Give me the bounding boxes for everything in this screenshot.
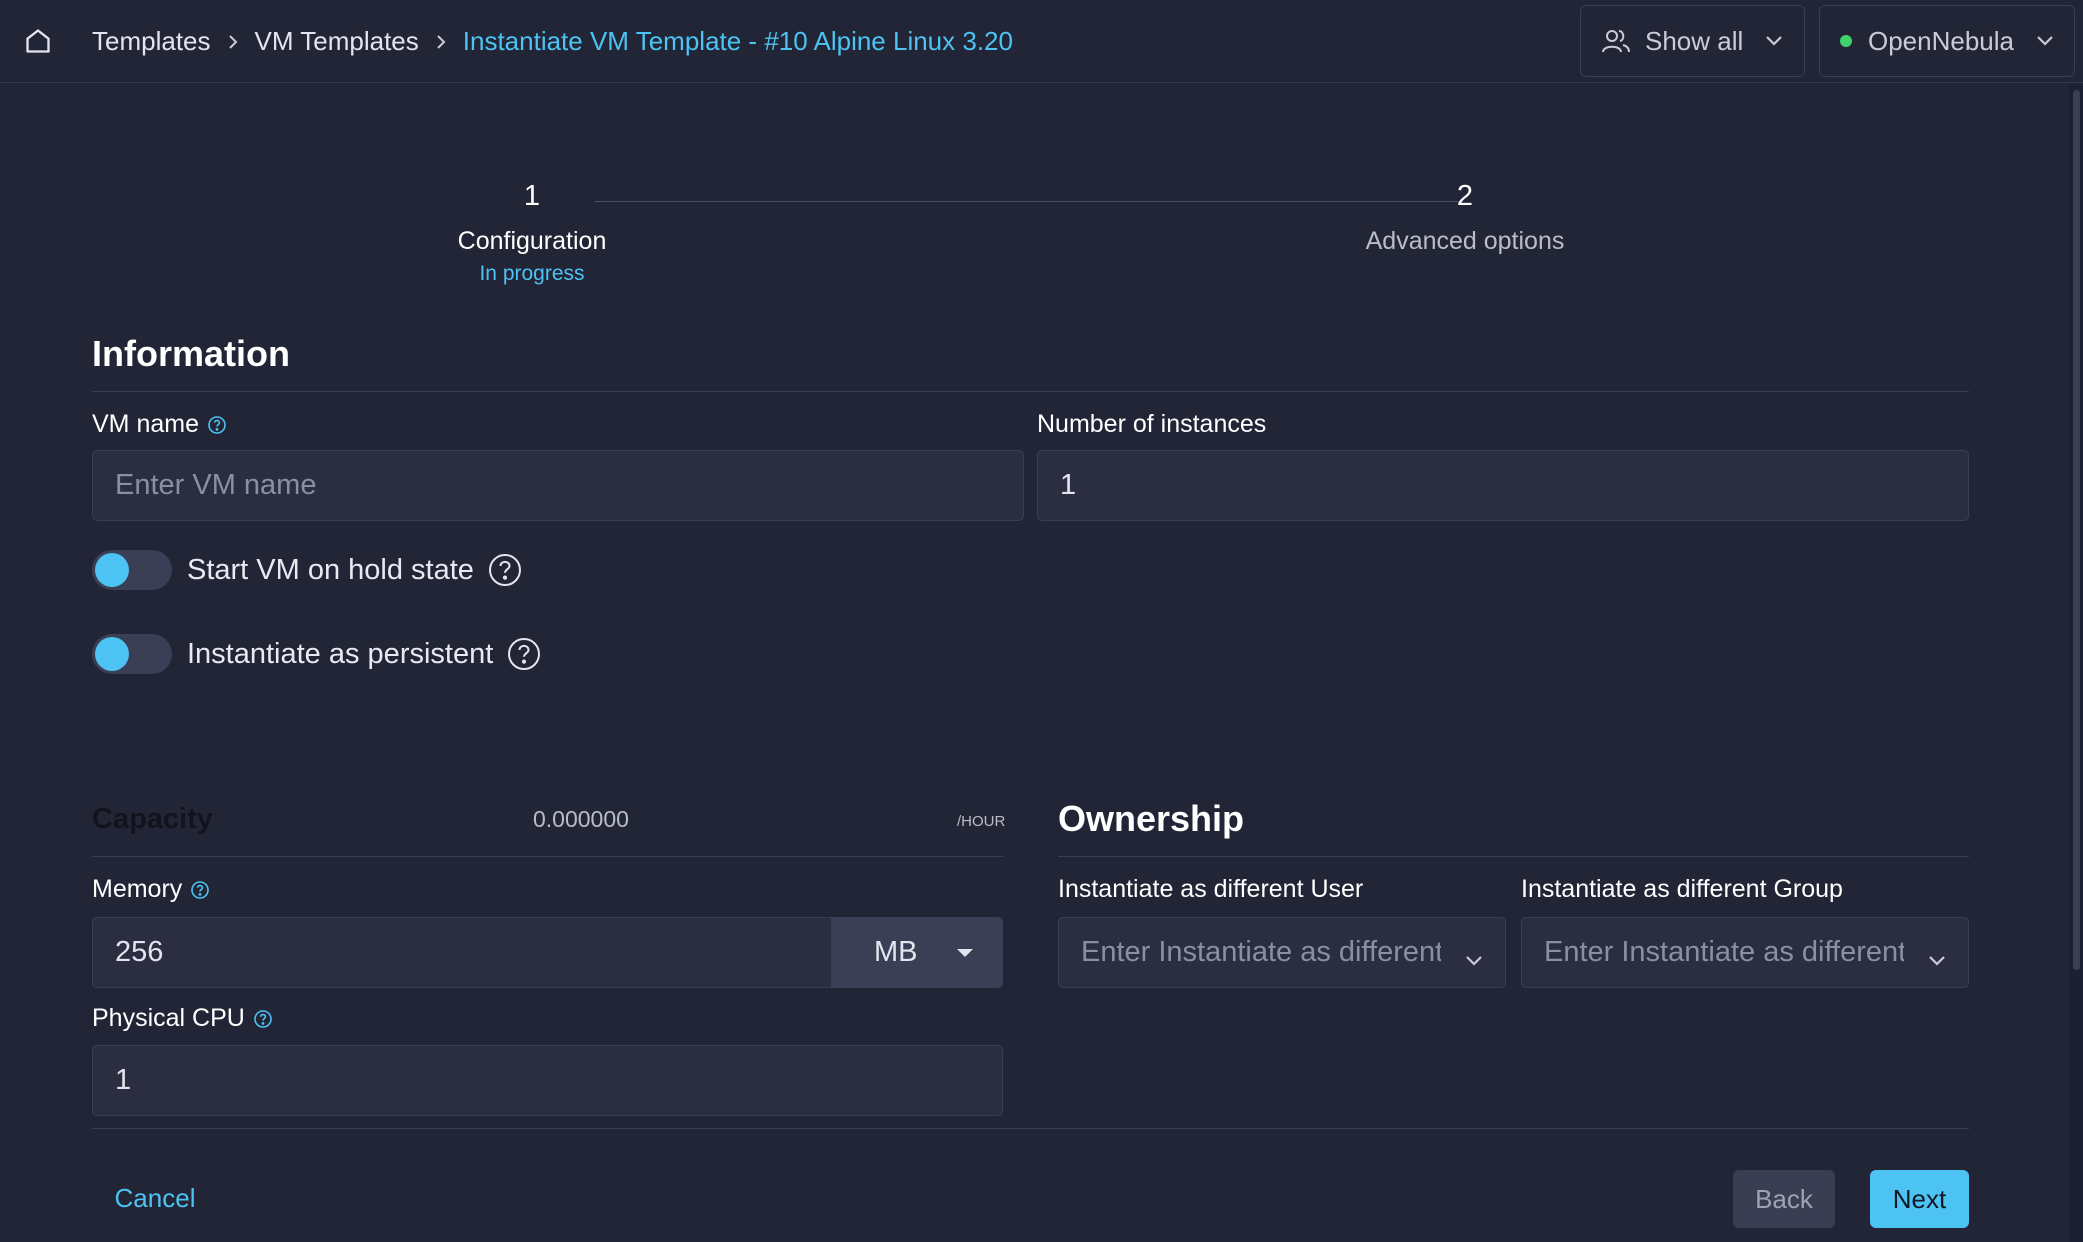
memory-label-text: Memory <box>92 875 183 903</box>
persistent-label: Instantiate as persistent <box>187 637 494 670</box>
top-bar: Templates VM Templates Instantiate VM Te… <box>0 0 2083 83</box>
memory-unit-value: MB <box>874 936 918 968</box>
capacity-cost: 0.000000 <box>533 806 629 832</box>
step-title: Configuration <box>457 227 607 255</box>
capacity-divider <box>92 856 1003 857</box>
breadcrumb-vm-templates[interactable]: VM Templates <box>255 26 419 57</box>
step-advanced-options[interactable]: 2 Advanced options <box>1342 180 1588 256</box>
chevron-right-icon <box>433 34 449 50</box>
user-select-placeholder: Enter Instantiate as different User <box>1081 936 1441 968</box>
cpu-input[interactable] <box>92 1045 1003 1116</box>
step-status: In progress <box>479 262 585 285</box>
hold-state-label: Start VM on hold state <box>187 553 474 586</box>
help-icon[interactable] <box>190 880 210 900</box>
ownership-title: Ownership <box>1058 798 1245 839</box>
scrollbar-thumb[interactable] <box>2073 90 2080 970</box>
instances-input[interactable] <box>1037 450 1969 521</box>
chevron-down-icon <box>1765 35 1783 47</box>
group-select-placeholder: Enter Instantiate as different Group <box>1544 936 1904 968</box>
group-label: Instantiate as different Group <box>1521 875 1843 903</box>
chevron-down-icon <box>1928 942 1946 975</box>
chevron-down-icon <box>2036 35 2054 47</box>
next-button[interactable]: Next <box>1870 1170 1969 1228</box>
group-select[interactable]: Enter Instantiate as different Group <box>1521 917 1969 988</box>
cpu-label: Physical CPU <box>92 1004 273 1033</box>
capacity-title: Capacity <box>92 803 213 835</box>
capacity-cost-unit: /HOUR <box>957 813 1006 830</box>
help-icon[interactable] <box>488 553 522 587</box>
breadcrumb-current: Instantiate VM Template - #10 Alpine Lin… <box>462 26 1013 56</box>
hold-state-row: Start VM on hold state <box>187 550 522 590</box>
help-icon[interactable] <box>507 637 541 671</box>
breadcrumb-templates[interactable]: Templates <box>92 26 211 57</box>
stepper-connector <box>595 201 1463 202</box>
help-icon[interactable] <box>253 1009 273 1029</box>
step-configuration[interactable]: 1 Configuration In progress <box>432 180 632 286</box>
cancel-button[interactable]: Cancel <box>92 1170 218 1227</box>
toggle-knob <box>95 637 129 671</box>
vm-name-input[interactable] <box>92 450 1024 521</box>
step-number: 1 <box>523 180 541 212</box>
memory-label: Memory <box>92 875 210 904</box>
memory-unit-select[interactable]: MB <box>831 917 1003 988</box>
information-divider <box>92 391 1969 392</box>
persistent-row: Instantiate as persistent <box>187 634 541 674</box>
zone-status-dot <box>1840 35 1852 47</box>
toggle-knob <box>95 553 129 587</box>
instances-label: Number of instances <box>1037 410 1267 438</box>
ownership-divider <box>1058 856 1969 857</box>
group-filter-button[interactable]: Show all <box>1580 5 1805 77</box>
vm-name-label-text: VM name <box>92 410 199 438</box>
step-number: 2 <box>1456 180 1474 212</box>
home-icon[interactable] <box>20 22 56 60</box>
user-label: Instantiate as different User <box>1058 875 1364 903</box>
zone-selector-button[interactable]: OpenNebula <box>1819 5 2075 77</box>
breadcrumb: Templates VM Templates Instantiate VM Te… <box>92 0 1013 83</box>
zone-label: OpenNebula <box>1868 25 2014 56</box>
hold-state-toggle[interactable] <box>92 550 172 590</box>
information-title: Information <box>92 333 290 374</box>
footer-divider <box>92 1128 1969 1129</box>
cpu-label-text: Physical CPU <box>92 1004 245 1032</box>
group-filter-label: Show all <box>1645 25 1744 56</box>
chevron-right-icon <box>225 34 241 50</box>
vm-name-label: VM name <box>92 410 227 439</box>
stepper: 1 Configuration In progress 2 Advanced o… <box>92 180 1968 300</box>
back-button[interactable]: Back <box>1733 1170 1835 1228</box>
caret-down-icon <box>956 948 974 958</box>
persistent-toggle[interactable] <box>92 634 172 674</box>
chevron-down-icon <box>1465 942 1483 975</box>
help-icon[interactable] <box>207 415 227 435</box>
user-select[interactable]: Enter Instantiate as different User <box>1058 917 1506 988</box>
step-title: Advanced options <box>1365 227 1565 255</box>
memory-input[interactable] <box>92 917 837 988</box>
users-icon <box>1601 28 1631 54</box>
